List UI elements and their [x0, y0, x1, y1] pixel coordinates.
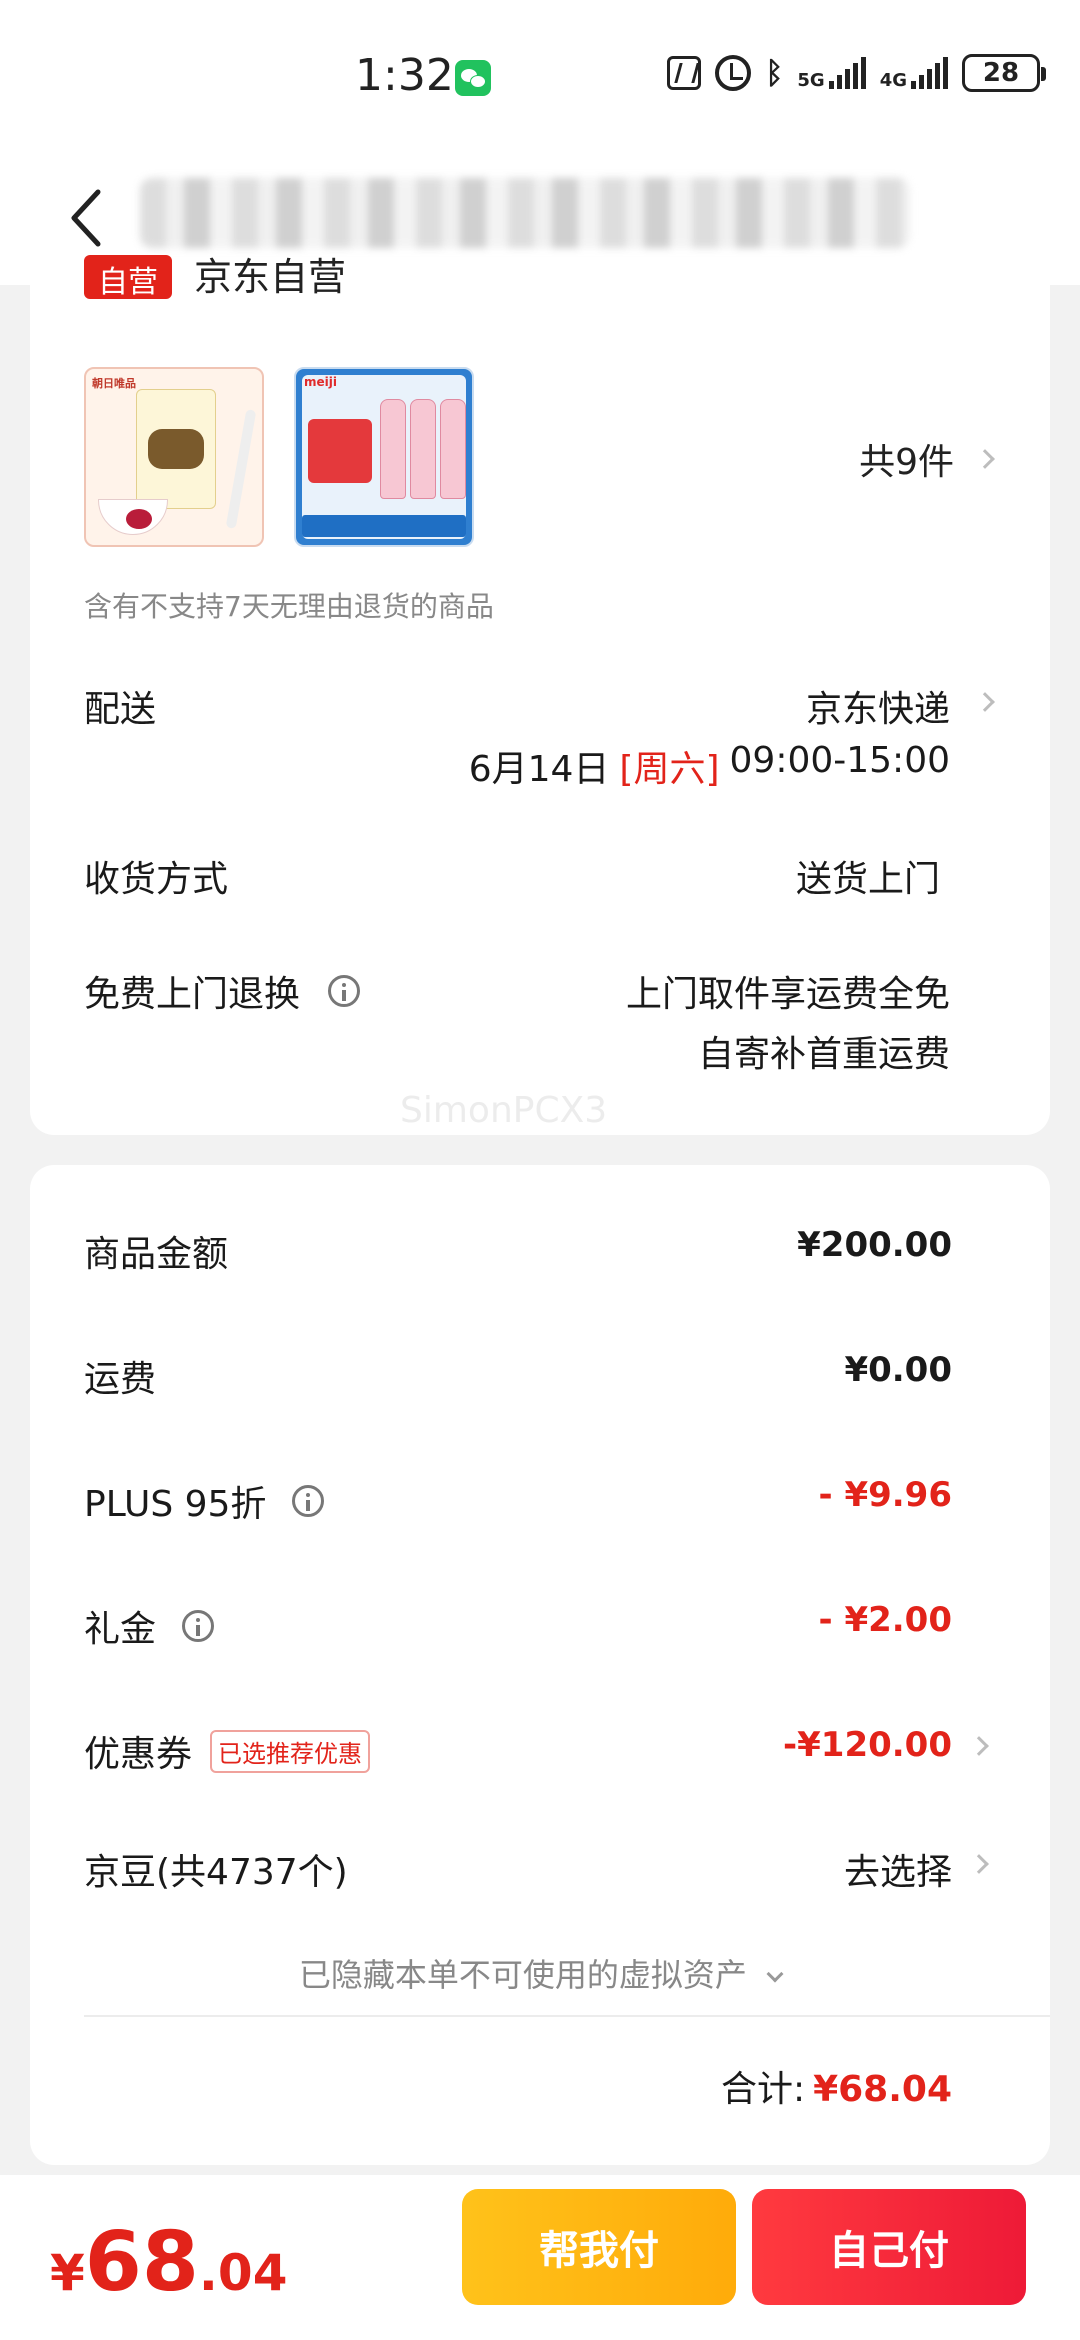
status-bar: 1:32 ᛒ 5G 4G 28: [0, 0, 1080, 160]
goods-amount-value: ¥200.00: [797, 1225, 952, 1265]
watermark: SimonPCX3: [400, 1090, 608, 1131]
store-header: 自营 京东自营: [84, 255, 346, 299]
free-return-label: 免费上门退换: [84, 974, 301, 1015]
goods-amount-row: 商品金额 ¥200.00: [84, 1225, 990, 1285]
gift-money-value: - ¥2.00: [818, 1600, 953, 1640]
chevron-right-icon[interactable]: [969, 1736, 989, 1756]
signal2-label: 4G: [879, 70, 907, 91]
pay-currency: ¥: [50, 2244, 85, 2302]
hidden-assets-text: 已隐藏本单不可使用的虚拟资产: [298, 1956, 747, 1994]
coupon-value: -¥120.00: [783, 1725, 952, 1765]
info-icon[interactable]: [292, 1485, 325, 1517]
jd-beans-value: 去选择: [843, 1852, 952, 1893]
self-operated-tag: 自营: [84, 255, 172, 299]
signal-icon: 4G: [879, 57, 948, 91]
nfc-icon: [667, 56, 702, 90]
hidden-assets-toggle[interactable]: 已隐藏本单不可使用的虚拟资产: [30, 1950, 1050, 1996]
pay-amount-dec: .04: [198, 2244, 288, 2302]
free-return-line2: 自寄补首重运费: [697, 1034, 950, 1075]
plus-discount-label: PLUS 95折: [84, 1484, 267, 1525]
product-count: 共9件: [859, 442, 954, 483]
total-row: 合计: ¥68.04: [721, 2060, 952, 2112]
chevron-left-icon[interactable]: [68, 188, 108, 248]
receive-method-value: 送货上门: [795, 859, 940, 900]
status-icons: ᛒ 5G 4G 28: [667, 54, 1046, 92]
freight-value: ¥0.00: [844, 1350, 952, 1390]
freight-label: 运费: [84, 1359, 157, 1400]
receive-method-label: 收货方式: [84, 859, 229, 900]
bluetooth-icon: ᛒ: [765, 55, 784, 91]
freight-row: 运费 ¥0.00: [84, 1350, 990, 1410]
goods-amount-label: 商品金额: [84, 1234, 229, 1275]
coupon-label: 优惠券: [84, 1734, 193, 1775]
plus-discount-value: - ¥9.96: [818, 1475, 953, 1515]
shipping-carrier[interactable]: 京东快递: [806, 680, 950, 732]
address-blurred[interactable]: [140, 178, 910, 248]
divider: [84, 2015, 1050, 2017]
shipping-label: 配送: [84, 689, 157, 730]
signal1-label: 5G: [797, 70, 825, 91]
delivery-date: 6月14日: [468, 749, 610, 790]
chevron-right-icon[interactable]: [975, 692, 995, 712]
help-me-pay-button[interactable]: 帮我付: [462, 2189, 736, 2305]
info-icon[interactable]: [182, 1610, 215, 1642]
jd-beans-label: 京豆(共4737个): [84, 1852, 348, 1893]
chevron-right-icon[interactable]: [969, 1854, 989, 1874]
product-meiji-drink-image[interactable]: meiji: [294, 367, 474, 547]
wechat-icon: [455, 60, 491, 96]
order-info-card: 自营 京东自营 朝日唯品 meiji 共9件 含有不支持7天无理由退货的商品 配…: [30, 255, 1050, 1135]
pay-myself-button[interactable]: 自己付: [752, 2189, 1026, 2305]
total-value: ¥68.04: [813, 2069, 952, 2110]
plus-discount-row: PLUS 95折 - ¥9.96: [84, 1475, 990, 1535]
chevron-down-icon: [766, 1965, 784, 1983]
chevron-right-icon: [975, 449, 995, 469]
delivery-window: 09:00-15:00: [729, 740, 950, 781]
product-yogurt-image[interactable]: 朝日唯品: [84, 367, 264, 547]
battery-icon: 28: [962, 54, 1046, 92]
coupon-row[interactable]: 优惠券 已选推荐优惠 -¥120.00: [84, 1725, 990, 1785]
total-label: 合计:: [720, 2069, 806, 2110]
pay-amount: ¥ 68 .04: [50, 2215, 288, 2310]
jd-beans-row[interactable]: 京豆(共4737个) 去选择: [84, 1843, 990, 1903]
gift-money-label: 礼金: [84, 1609, 157, 1650]
delivery-weekday: [周六]: [619, 749, 720, 790]
gift-money-row: 礼金 - ¥2.00: [84, 1600, 990, 1660]
return-policy-notice: 含有不支持7天无理由退货的商品: [84, 590, 494, 623]
alarm-icon: [715, 55, 752, 91]
free-return-line1: 上门取件享运费全免: [625, 974, 950, 1015]
product-count-link[interactable]: 共9件: [859, 433, 995, 485]
store-name: 京东自营: [194, 255, 347, 299]
checkout-bar: ¥ 68 .04 帮我付 自己付: [0, 2175, 1080, 2340]
coupon-badge: 已选推荐优惠: [210, 1729, 371, 1773]
pay-amount-int: 68: [84, 2215, 199, 2310]
price-summary-card: 商品金额 ¥200.00 运费 ¥0.00 PLUS 95折 - ¥9.96 礼…: [30, 1165, 1050, 2165]
delivery-time[interactable]: 6月14日 [周六] 09:00-15:00: [469, 740, 950, 792]
status-time: 1:32: [355, 50, 454, 101]
signal-icon: 5G: [797, 57, 866, 91]
free-return-label-row: 免费上门退换: [84, 965, 361, 1017]
info-icon[interactable]: [328, 975, 361, 1007]
